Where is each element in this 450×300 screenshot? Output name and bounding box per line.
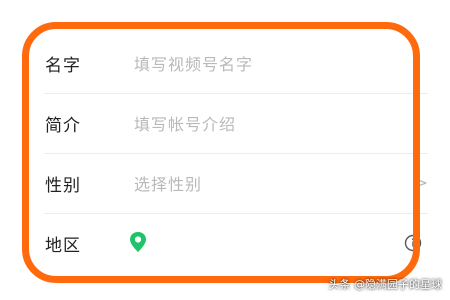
name-input[interactable]: 填写视频号名字 bbox=[134, 51, 253, 75]
info-icon[interactable] bbox=[404, 234, 422, 252]
region-label: 地区 bbox=[45, 235, 81, 256]
bio-input[interactable]: 填写帐号介绍 bbox=[134, 111, 236, 135]
location-pin-icon bbox=[130, 232, 146, 252]
gender-select[interactable]: 选择性别 bbox=[134, 171, 202, 195]
bio-label: 简介 bbox=[45, 115, 81, 136]
watermark-text: 头条 @隐满园子的星球 bbox=[328, 278, 443, 291]
region-row[interactable]: 地区 bbox=[0, 213, 450, 273]
name-row[interactable]: 名字 填写视频号名字 bbox=[0, 33, 450, 93]
gender-label: 性别 bbox=[45, 175, 81, 196]
profile-edit-screen: 名字 填写视频号名字 简介 填写帐号介绍 性别 选择性别 > 地区 头条 @隐满… bbox=[0, 0, 450, 300]
profile-form: 名字 填写视频号名字 简介 填写帐号介绍 性别 选择性别 > 地区 bbox=[0, 33, 450, 273]
gender-row[interactable]: 性别 选择性别 > bbox=[0, 153, 450, 213]
bio-row[interactable]: 简介 填写帐号介绍 bbox=[0, 93, 450, 153]
name-label: 名字 bbox=[45, 55, 81, 76]
chevron-right-icon: > bbox=[414, 173, 428, 192]
